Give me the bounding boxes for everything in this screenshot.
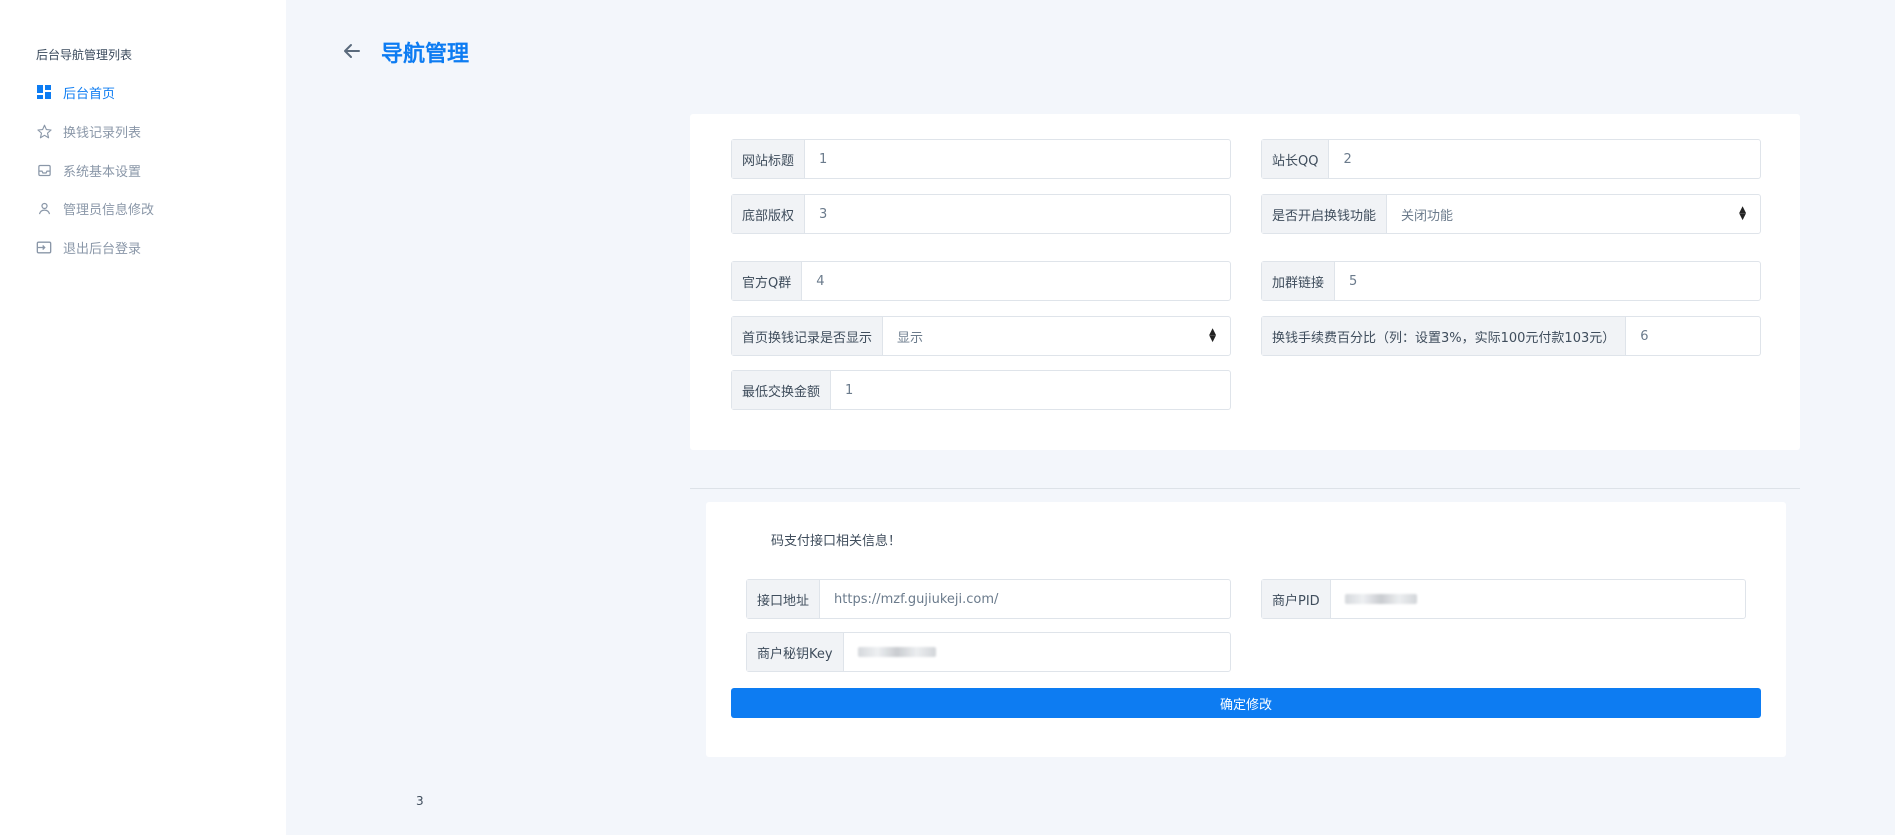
select-value: 显示	[897, 330, 924, 346]
fee-percent-field: 换钱手续费百分比（列：设置3%，实际100元付款103元）	[1261, 316, 1825, 356]
sidebar-title: 后台导航管理列表	[36, 48, 133, 62]
select-arrows-icon: ▲ ▼	[1209, 327, 1216, 344]
enable-exchange-field: 是否开启换钱功能 关闭功能 ▲ ▼	[1261, 194, 1761, 234]
api-url-field: 接口地址	[746, 579, 1231, 619]
webmaster-qq-input[interactable]	[1329, 140, 1760, 178]
field-label: 网站标题	[732, 140, 806, 178]
site-title-field: 网站标题	[731, 139, 1231, 179]
footer-copyright-input[interactable]	[805, 195, 1230, 233]
field-label: 首页换钱记录是否显示	[732, 317, 884, 355]
field-label: 商户PID	[1262, 580, 1331, 618]
field-label: 官方Q群	[732, 262, 803, 300]
select-arrows-icon: ▲ ▼	[1739, 205, 1746, 222]
page-title: 导航管理	[381, 42, 470, 67]
api-url-input[interactable]	[820, 580, 1230, 618]
official-group-input[interactable]	[802, 262, 1230, 300]
select-value: 关闭功能	[1401, 208, 1454, 224]
fee-percent-input[interactable]	[1626, 317, 1825, 355]
logout-icon	[36, 239, 52, 255]
field-label: 站长QQ	[1262, 140, 1330, 178]
sidebar-item-label: 后台首页	[63, 86, 116, 102]
field-label: 商户秘钥Key	[747, 633, 844, 671]
user-icon	[36, 200, 52, 216]
sidebar-item-label: 系统基本设置	[63, 164, 142, 180]
confirm-button[interactable]: 确定修改	[731, 688, 1761, 718]
group-link-input[interactable]	[1335, 262, 1760, 300]
enable-exchange-select[interactable]: 关闭功能 ▲ ▼	[1387, 195, 1760, 233]
show-records-field: 首页换钱记录是否显示 显示 ▲ ▼	[731, 316, 1231, 356]
redacted-value	[1344, 594, 1417, 604]
dashboard-icon	[36, 84, 52, 100]
redacted-value	[857, 647, 936, 657]
sidebar-item-system-settings[interactable]: 系统基本设置	[36, 160, 141, 180]
inbox-icon	[36, 162, 52, 178]
merchant-pid-input[interactable]	[1331, 580, 1745, 618]
merchant-key-field: 商户秘钥Key	[746, 632, 1231, 672]
section-divider	[690, 488, 1800, 489]
sidebar-item-label: 退出后台登录	[63, 241, 142, 257]
site-title-input[interactable]	[805, 140, 1230, 178]
field-label: 接口地址	[747, 580, 821, 618]
min-amount-input[interactable]	[831, 371, 1230, 409]
merchant-key-input[interactable]	[844, 633, 1230, 671]
sidebar-item-label: 管理员信息修改	[63, 202, 155, 218]
field-label: 加群链接	[1262, 262, 1336, 300]
sidebar: 后台导航管理列表 后台首页 换钱记录列表 系统基本设置 管理员信息修改 退出后台…	[0, 0, 286, 835]
sidebar-item-exchange-records[interactable]: 换钱记录列表	[36, 121, 141, 141]
sidebar-item-logout[interactable]: 退出后台登录	[36, 237, 141, 257]
back-arrow-icon[interactable]	[340, 39, 364, 63]
field-label: 最低交换金额	[732, 371, 832, 409]
payment-notice: 码支付接口相关信息！	[771, 534, 902, 549]
sidebar-item-label: 换钱记录列表	[63, 125, 142, 141]
official-group-field: 官方Q群	[731, 261, 1231, 301]
field-label: 换钱手续费百分比（列：设置3%，实际100元付款103元）	[1262, 317, 1627, 355]
merchant-pid-field: 商户PID	[1261, 579, 1746, 619]
sidebar-item-admin-info[interactable]: 管理员信息修改	[36, 198, 154, 218]
footer-copyright-field: 底部版权	[731, 194, 1231, 234]
star-icon	[36, 123, 52, 139]
footer-number: 3	[416, 794, 424, 808]
field-label: 底部版权	[732, 195, 806, 233]
min-amount-field: 最低交换金额	[731, 370, 1231, 410]
group-link-field: 加群链接	[1261, 261, 1761, 301]
sidebar-item-home[interactable]: 后台首页	[36, 82, 115, 102]
webmaster-qq-field: 站长QQ	[1261, 139, 1761, 179]
show-records-select[interactable]: 显示 ▲ ▼	[883, 317, 1230, 355]
field-label: 是否开启换钱功能	[1262, 195, 1388, 233]
